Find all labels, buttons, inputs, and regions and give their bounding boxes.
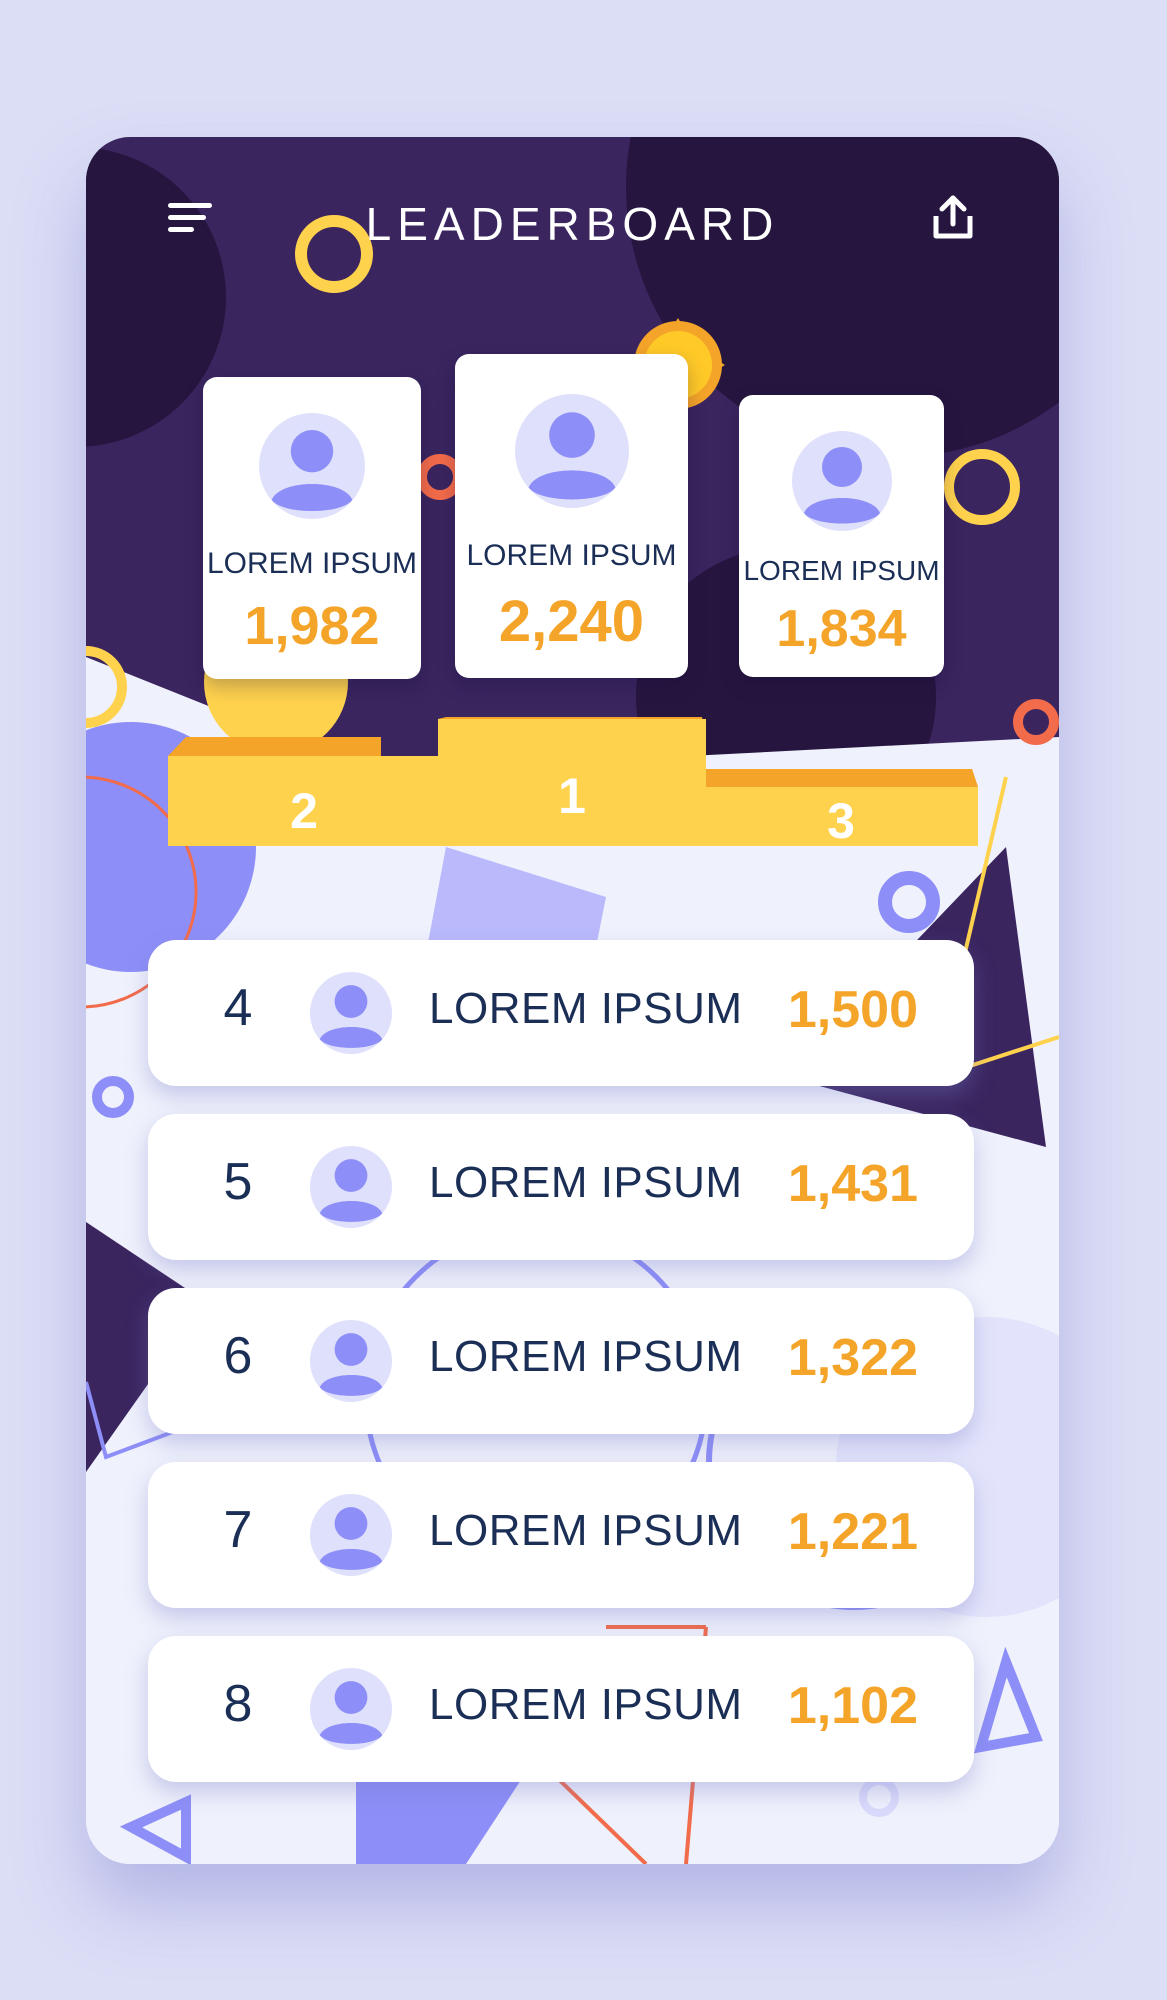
rank-number: 8 — [223, 1675, 253, 1733]
avatar-icon — [791, 431, 892, 531]
player-name: LOREM IPSUM — [429, 1680, 743, 1729]
player-name: LOREM IPSUM — [429, 1332, 743, 1381]
app-header: LEADERBOARD — [86, 137, 1059, 287]
share-icon[interactable] — [928, 192, 978, 244]
player-name: LOREM IPSUM — [429, 1506, 743, 1555]
list-item[interactable]: 7 LOREM IPSUM 1,221 — [148, 1462, 974, 1608]
player-score: 1,431 — [787, 1155, 918, 1213]
player-score: 1,322 — [787, 1329, 918, 1387]
rank-number: 4 — [223, 979, 253, 1037]
list-item[interactable]: 4 LOREM IPSUM 1,500 — [148, 940, 974, 1086]
avatar-icon — [310, 972, 392, 1054]
avatar-icon — [310, 1668, 392, 1750]
avatar-icon — [310, 1320, 392, 1402]
rank-number: 5 — [223, 1153, 253, 1211]
player-score: 1,102 — [787, 1677, 918, 1735]
podium-score: 1,982 — [244, 596, 380, 656]
rank-number: 6 — [223, 1327, 253, 1385]
list-item[interactable]: 5 LOREM IPSUM 1,431 — [148, 1114, 974, 1260]
avatar-icon — [310, 1146, 392, 1228]
list-item[interactable]: 6 LOREM IPSUM 1,322 — [148, 1288, 974, 1434]
podium-card-first[interactable]: LOREM IPSUM 2,240 — [455, 354, 688, 678]
podium-name: LOREM IPSUM — [206, 547, 418, 580]
rank-number: 7 — [223, 1501, 253, 1559]
avatar-icon — [514, 394, 629, 508]
avatar-icon — [259, 413, 365, 519]
podium-name: LOREM IPSUM — [743, 555, 940, 586]
player-name: LOREM IPSUM — [429, 984, 743, 1033]
player-name: LOREM IPSUM — [429, 1158, 743, 1207]
podium-score: 2,240 — [498, 589, 645, 654]
page-title: LEADERBOARD — [365, 198, 780, 250]
podium-step-second: 2 — [290, 783, 318, 839]
podium-step-third: 3 — [827, 793, 855, 849]
podium-card-third[interactable]: LOREM IPSUM 1,834 — [739, 395, 944, 677]
podium-step-first: 1 — [558, 768, 586, 824]
podium-name: LOREM IPSUM — [466, 539, 677, 572]
avatar-icon — [310, 1494, 392, 1576]
player-score: 1,221 — [787, 1503, 918, 1561]
podium-card-second[interactable]: LOREM IPSUM 1,982 — [203, 377, 421, 679]
podium-score: 1,834 — [776, 600, 907, 658]
leaderboard-card: LEADERBOARD LOREM IPSUM 1,982 LOREM IPSU… — [86, 137, 1059, 1864]
list-item[interactable]: 8 LOREM IPSUM 1,102 — [148, 1636, 974, 1782]
player-score: 1,500 — [787, 981, 918, 1039]
